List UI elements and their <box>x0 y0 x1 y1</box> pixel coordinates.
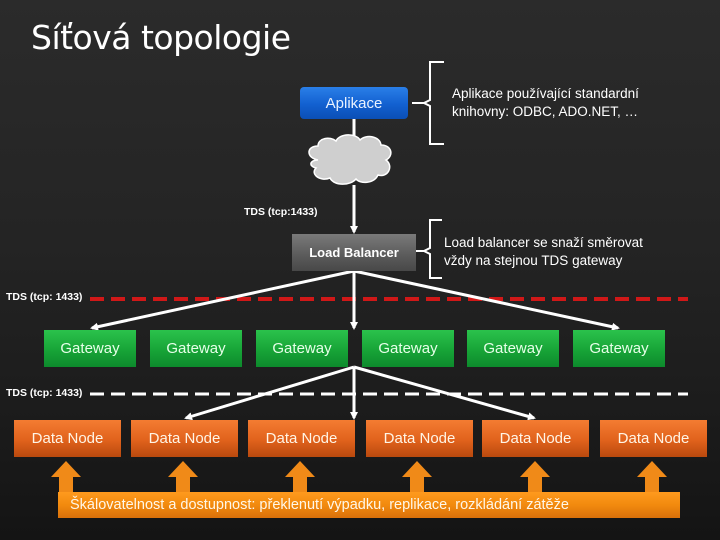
up-arrow-icon <box>168 461 198 493</box>
gateway-box-2[interactable]: Gateway <box>150 330 242 367</box>
tds-label-top: TDS (tcp:1433) <box>244 206 318 218</box>
app-note-brace <box>421 61 444 145</box>
load-balancer-note-line-2: vždy na stejnou TDS gateway <box>444 253 623 268</box>
gateway-box-6[interactable]: Gateway <box>573 330 665 367</box>
data-node-box-1[interactable]: Data Node <box>14 420 121 457</box>
load-balancer-box[interactable]: Load Balancer <box>292 234 416 271</box>
lb-to-gateway-1-arrow <box>90 269 355 331</box>
data-node-box-4[interactable]: Data Node <box>366 420 473 457</box>
up-arrow-icon <box>402 461 432 493</box>
tds-label-red-boundary: TDS (tcp: 1433) <box>6 291 83 303</box>
up-arrow-icon <box>51 461 81 493</box>
data-node-box-5[interactable]: Data Node <box>482 420 589 457</box>
load-balancer-note: Load balancer se snaží směrovat vždy na … <box>444 234 643 270</box>
scalability-banner: Škálovatelnost a dostupnost: překlenutí … <box>58 492 680 518</box>
data-node-box-6[interactable]: Data Node <box>600 420 707 457</box>
tds-label-white-boundary: TDS (tcp: 1433) <box>6 387 83 399</box>
application-box[interactable]: Aplikace <box>300 87 408 119</box>
lb-note-brace <box>421 219 442 279</box>
up-arrow-icon <box>637 461 667 493</box>
application-note: Aplikace používající standardní knihovny… <box>452 85 639 121</box>
application-note-line-2: knihovny: ODBC, ADO.NET, … <box>452 104 639 119</box>
gateway-to-data-node-5-arrow <box>353 365 536 421</box>
up-arrow-group <box>51 461 667 493</box>
up-arrow-icon <box>285 461 315 493</box>
cloud-icon <box>308 134 392 185</box>
gateway-box-5[interactable]: Gateway <box>467 330 559 367</box>
scalability-banner-text: Škálovatelnost a dostupnost: překlenutí … <box>70 497 569 513</box>
application-note-line-1: Aplikace používající standardní <box>452 86 639 101</box>
load-balancer-note-line-1: Load balancer se snaží směrovat <box>444 235 643 250</box>
gateway-box-4[interactable]: Gateway <box>362 330 454 367</box>
data-node-box-3[interactable]: Data Node <box>248 420 355 457</box>
topology-diagram: Síťová topologie Aplikace Aplikace použí… <box>0 0 720 540</box>
up-arrow-icon <box>520 461 550 493</box>
gateway-box-1[interactable]: Gateway <box>44 330 136 367</box>
data-node-box-2[interactable]: Data Node <box>131 420 238 457</box>
gateway-box-3[interactable]: Gateway <box>256 330 348 367</box>
